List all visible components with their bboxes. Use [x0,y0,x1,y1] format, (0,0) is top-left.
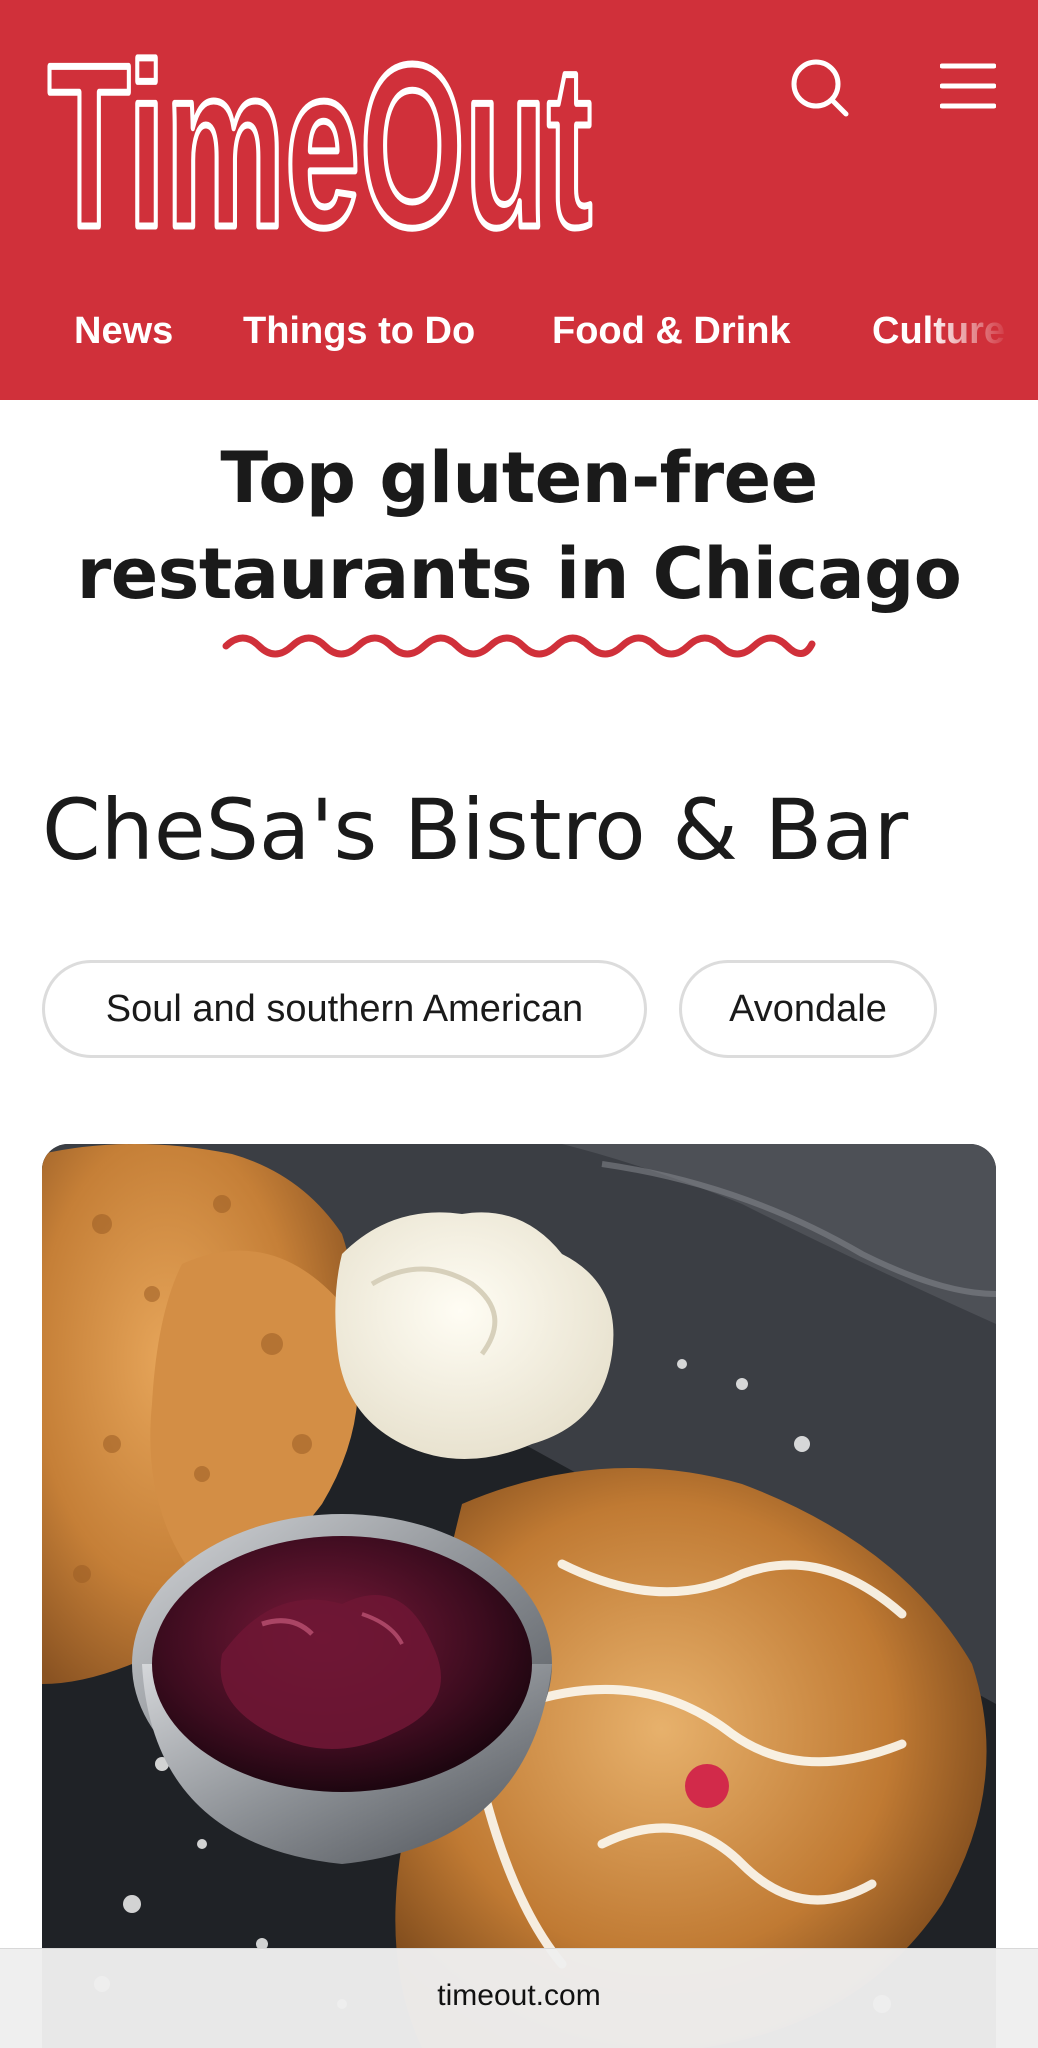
site-header: TimeOut News Things to Do Food & Drink C… [0,0,1038,400]
nav-item-food-and-drink[interactable]: Food & Drink [552,310,791,353]
hamburger-menu-icon[interactable] [939,60,997,112]
tag-neighborhood[interactable]: Avondale [679,960,937,1058]
svg-text:TimeOut: TimeOut [48,28,592,248]
nav-item-news[interactable]: News [74,310,173,353]
search-icon[interactable] [790,58,850,118]
food-photo [42,1144,996,2048]
tag-cuisine[interactable]: Soul and southern American [42,960,647,1058]
browser-url-bar[interactable]: timeout.com [0,1948,1038,2048]
venue-name: CheSa's Bistro & Bar [42,781,909,879]
title-squiggle-underline [222,634,816,658]
category-nav: News Things to Do Food & Drink Culture [0,300,1038,370]
nav-item-things-to-do[interactable]: Things to Do [243,310,475,353]
url-text[interactable]: timeout.com [0,1979,1038,2013]
timeout-logo[interactable]: TimeOut [40,28,600,248]
nav-scroll-fade [928,300,1038,370]
page-title: Top gluten-free restaurants in Chicago [76,437,962,615]
